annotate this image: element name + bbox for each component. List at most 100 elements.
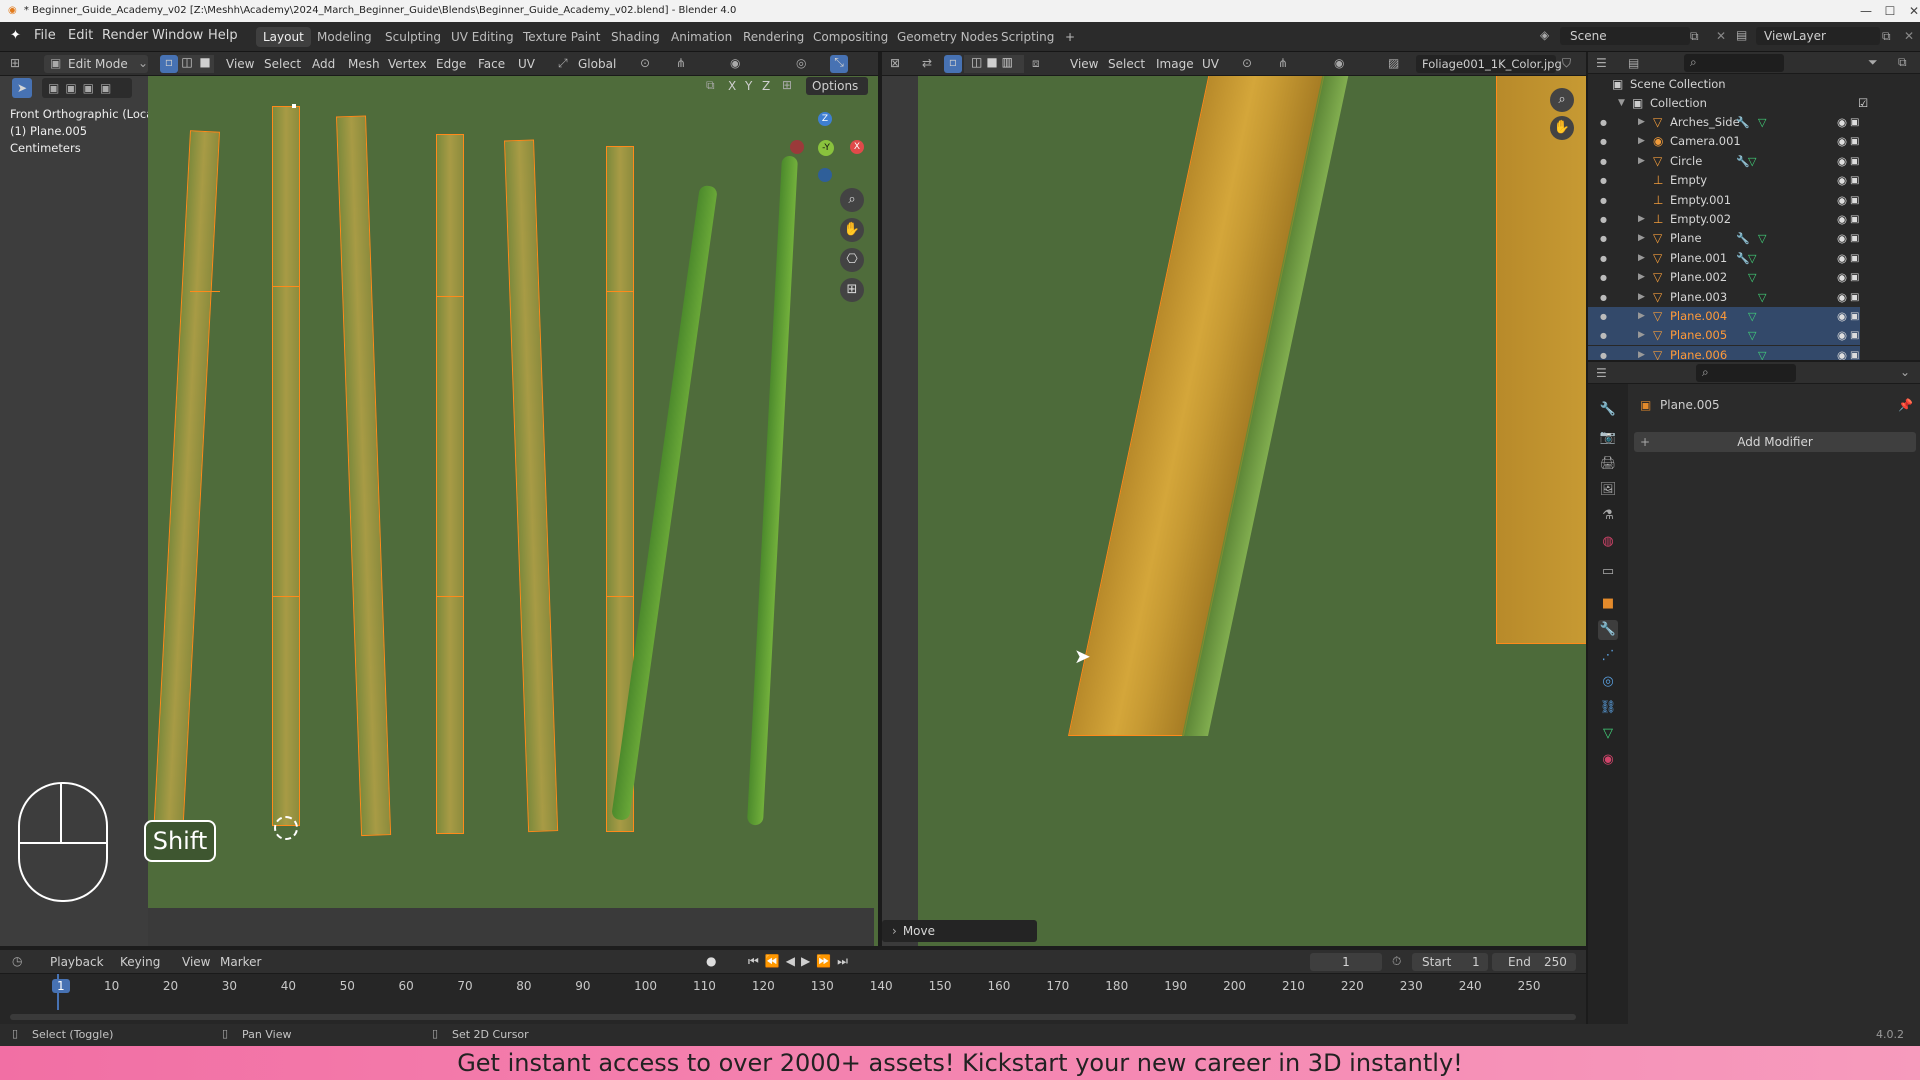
- outliner-item[interactable]: ● ▶ ▽ Plane.005 ▽ ◉ ▣: [1588, 326, 1860, 346]
- tab-animation[interactable]: Animation: [664, 27, 739, 47]
- playback-controls[interactable]: ⏮⏪◀▶⏩⏭: [748, 954, 854, 969]
- menu-select[interactable]: Select: [264, 57, 301, 71]
- tab-scripting[interactable]: Scripting: [994, 27, 1061, 47]
- render-camera-icon[interactable]: ▣: [1850, 249, 1859, 268]
- uv-select-modes[interactable]: ◫■▥: [964, 55, 1024, 73]
- outliner-collection[interactable]: ▼ ▣ Collection ☑: [1588, 94, 1868, 113]
- image-name-field[interactable]: Foliage001_1K_Color.jpg: [1422, 57, 1562, 71]
- physics-tab-icon[interactable]: ◎: [1598, 672, 1618, 692]
- expand-arrow-icon[interactable]: ▶: [1638, 288, 1645, 307]
- tab-modeling[interactable]: Modeling: [310, 27, 379, 47]
- render-camera-icon[interactable]: ▣: [1850, 229, 1859, 248]
- timeline-menu-keying[interactable]: Keying: [120, 955, 160, 969]
- render-camera-icon[interactable]: ▣: [1850, 113, 1859, 132]
- uv-sticky-icon[interactable]: ⧈: [1032, 56, 1040, 71]
- visibility-dot[interactable]: ●: [1600, 113, 1607, 132]
- pan-hand-icon[interactable]: ✋: [840, 218, 864, 242]
- orientation-select[interactable]: Global: [578, 57, 616, 71]
- timeline-menu-marker[interactable]: Marker: [220, 955, 261, 969]
- snap-grid-icon[interactable]: ⊞: [782, 78, 792, 92]
- outliner-item[interactable]: ● ▶ ▽ Arches_Side ▽ 🔧 ◉ ▣: [1588, 113, 1860, 132]
- visibility-dot[interactable]: ●: [1600, 152, 1607, 171]
- render-tab-icon[interactable]: 📷: [1598, 428, 1618, 448]
- active-vertex[interactable]: [292, 104, 296, 108]
- scene-tab-icon[interactable]: ⚗: [1598, 506, 1618, 526]
- menu-mesh[interactable]: Mesh: [348, 57, 380, 71]
- mode-select[interactable]: Edit Mode: [68, 57, 128, 71]
- visibility-dot[interactable]: ●: [1600, 307, 1607, 326]
- view-layer-tab-icon[interactable]: 🖼: [1598, 480, 1618, 500]
- eye-icon[interactable]: ◉: [1837, 113, 1847, 132]
- axis-y-toggle[interactable]: Y: [745, 79, 752, 93]
- render-camera-icon[interactable]: ▣: [1850, 152, 1859, 171]
- proportional-edit-icon[interactable]: ◉: [730, 56, 740, 70]
- uv-proportional-icon[interactable]: ◉: [1334, 56, 1344, 70]
- uv-pan-icon[interactable]: ✋: [1550, 116, 1574, 140]
- exclude-checkbox[interactable]: ☑: [1858, 94, 1868, 113]
- timeline-menu-playback[interactable]: Playback: [50, 955, 104, 969]
- axis-x-toggle[interactable]: X: [728, 79, 736, 93]
- menu-file[interactable]: File: [34, 28, 56, 43]
- tab-compositing[interactable]: Compositing: [806, 27, 895, 47]
- tool-tab-icon[interactable]: 🔧: [1598, 400, 1618, 420]
- edge-select-icon[interactable]: ◫: [178, 55, 196, 73]
- zoom-icon[interactable]: ⌕: [840, 188, 864, 212]
- outliner-item[interactable]: ● ▶ ▽ Plane.003 ▽ ◉ ▣: [1588, 288, 1860, 307]
- properties-options-icon[interactable]: ⌄: [1900, 365, 1910, 379]
- tab-geometry-nodes[interactable]: Geometry Nodes: [890, 27, 1005, 47]
- visibility-dot[interactable]: ●: [1600, 132, 1607, 151]
- uv-editor-type-icon[interactable]: ⊠: [890, 56, 900, 70]
- menu-vertex[interactable]: Vertex: [388, 57, 427, 71]
- gizmo-z-axis[interactable]: Z: [818, 112, 832, 126]
- timeline-scrollbar[interactable]: [10, 1014, 1576, 1020]
- gizmo-y-axis[interactable]: -Y: [818, 140, 834, 156]
- menu-uv[interactable]: UV: [518, 57, 535, 71]
- particles-tab-icon[interactable]: ⋰: [1598, 646, 1618, 666]
- render-camera-icon[interactable]: ▣: [1850, 268, 1859, 287]
- eye-icon[interactable]: ◉: [1837, 268, 1847, 287]
- eye-icon[interactable]: ◉: [1837, 152, 1847, 171]
- expand-arrow-icon[interactable]: ▶: [1638, 249, 1645, 268]
- scene-name-field[interactable]: Scene: [1570, 29, 1607, 43]
- select-tool-icon[interactable]: ➤: [12, 78, 32, 98]
- timer-icon[interactable]: ⏱: [1392, 954, 1401, 969]
- render-camera-icon[interactable]: ▣: [1850, 307, 1859, 326]
- visibility-dot[interactable]: ●: [1600, 191, 1607, 210]
- visibility-dot[interactable]: ●: [1600, 171, 1607, 190]
- expand-arrow-icon[interactable]: ▶: [1638, 268, 1645, 287]
- modifier-icon[interactable]: 🔧: [1736, 229, 1750, 248]
- mesh-data-icon[interactable]: ▽: [1748, 307, 1756, 326]
- eye-icon[interactable]: ◉: [1837, 249, 1847, 268]
- visibility-dot[interactable]: ●: [1600, 249, 1607, 268]
- world-tab-icon[interactable]: ◍: [1598, 532, 1618, 552]
- menu-render[interactable]: Render: [102, 28, 148, 43]
- output-tab-icon[interactable]: 🖨: [1598, 454, 1618, 474]
- outliner-item[interactable]: ● ▶ ◉ Camera.001 ◉ ▣: [1588, 132, 1860, 151]
- modifier-icon[interactable]: 🔧: [1736, 249, 1750, 268]
- tab-layout[interactable]: Layout: [256, 27, 311, 47]
- uv-menu-view[interactable]: View: [1070, 57, 1098, 71]
- tab-sculpting[interactable]: Sculpting: [378, 27, 448, 47]
- menu-face[interactable]: Face: [478, 57, 505, 71]
- menu-edge[interactable]: Edge: [436, 57, 466, 71]
- filter-icon[interactable]: ⏷: [1868, 55, 1878, 70]
- expand-arrow-icon[interactable]: ▶: [1638, 113, 1645, 132]
- visibility-dot[interactable]: ●: [1600, 268, 1607, 287]
- modifier-icon[interactable]: 🔧: [1736, 113, 1750, 132]
- eye-icon[interactable]: ◉: [1837, 191, 1847, 210]
- gizmo-neg-x-axis[interactable]: [790, 140, 804, 154]
- display-mode-icon[interactable]: ▤: [1628, 56, 1639, 70]
- expand-arrow-icon[interactable]: ▶: [1638, 210, 1645, 229]
- modifier-icon[interactable]: 🔧: [1736, 152, 1750, 171]
- menu-view[interactable]: View: [226, 57, 254, 71]
- gizmo-neg-z-axis[interactable]: [818, 168, 832, 182]
- image-browse-icon[interactable]: ▨: [1388, 56, 1399, 70]
- uv-pivot-icon[interactable]: ⊙: [1242, 56, 1252, 70]
- eye-icon[interactable]: ◉: [1837, 132, 1847, 151]
- material-tab-icon[interactable]: ◉: [1598, 750, 1618, 770]
- vertex-select-icon[interactable]: ▫: [160, 55, 178, 73]
- expand-arrow-icon[interactable]: ▼: [1618, 94, 1625, 113]
- camera-view-icon[interactable]: ⎔: [840, 248, 864, 272]
- ortho-grid-icon[interactable]: ⊞: [840, 278, 864, 302]
- constraints-tab-icon[interactable]: ⛓: [1598, 698, 1618, 718]
